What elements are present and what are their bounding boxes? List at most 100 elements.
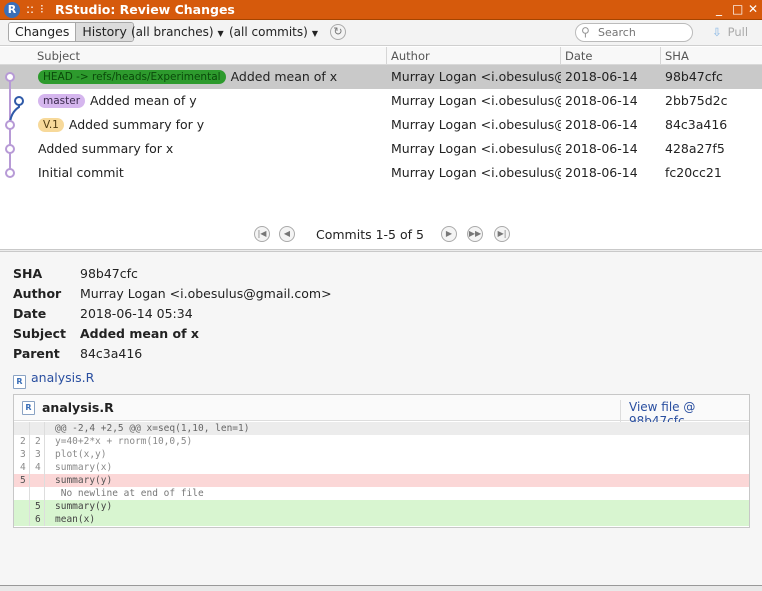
search-box[interactable]: ⚲	[575, 23, 693, 42]
bottom-edge	[0, 585, 762, 591]
detail-parent[interactable]: 84c3a416	[80, 346, 142, 361]
changes-button[interactable]: Changes	[9, 23, 76, 41]
commit-date: 2018-06-14	[565, 141, 638, 156]
detail-label: SHA	[13, 266, 43, 281]
graph-node	[5, 72, 15, 82]
commit-row[interactable]: master Added mean of y Murray Logan <i.ob…	[0, 89, 762, 113]
chevron-down-icon: ▼	[311, 29, 318, 38]
gutter-divider	[44, 435, 45, 448]
detail-label: Subject	[13, 326, 66, 341]
r-file-icon: R	[13, 375, 26, 389]
refresh-icon[interactable]: ↻	[330, 24, 346, 40]
gutter-divider	[29, 474, 30, 487]
pull-button[interactable]: ⇩ Pull	[712, 25, 748, 39]
column-divider	[386, 47, 387, 64]
gutter-divider	[44, 474, 45, 487]
rstudio-logo-icon: R	[4, 2, 20, 18]
gutter-divider	[44, 487, 45, 500]
gutter-divider	[44, 422, 45, 435]
commit-row[interactable]: Initial commit Murray Logan <i.obesulus@…	[0, 161, 762, 185]
commit-author: Murray Logan <i.obesulus@gmail.com>	[391, 141, 561, 156]
commit-sha: 428a27f5	[665, 141, 725, 156]
history-button[interactable]: History	[75, 23, 133, 41]
chevron-down-icon: ▼	[217, 29, 224, 38]
commit-table-header: Subject Author Date SHA	[0, 47, 762, 65]
pull-arrow-icon: ⇩	[712, 25, 722, 39]
column-header-sha[interactable]: SHA	[665, 49, 689, 63]
commit-date: 2018-06-14	[565, 69, 638, 84]
gutter-divider	[44, 448, 45, 461]
detail-label: Author	[13, 286, 62, 301]
next-page-icon[interactable]: ▶	[441, 226, 457, 242]
diff-line: 3 3 plot(x,y)	[14, 448, 749, 461]
graph-node	[5, 144, 15, 154]
detail-label: Parent	[13, 346, 60, 361]
column-header-subject[interactable]: Subject	[37, 49, 80, 63]
window-title: RStudio: Review Changes	[55, 2, 235, 17]
maximize-button[interactable]: □	[732, 2, 743, 16]
commit-subject: Initial commit	[38, 165, 124, 180]
commit-sha: 98b47cfc	[665, 69, 723, 84]
commit-subject-cell: V.1 Added summary for y	[38, 117, 384, 132]
last-page-icon[interactable]: ▶|	[494, 226, 510, 242]
minimize-button[interactable]: _	[716, 2, 722, 16]
commit-row[interactable]: HEAD -> refs/heads/Experimental Added mea…	[0, 65, 762, 89]
diff-panel: R analysis.R View file @ 98b47cfc @@ -2,…	[13, 394, 750, 528]
commit-sha: fc20cc21	[665, 165, 722, 180]
gutter-divider	[44, 461, 45, 474]
commit-author: Murray Logan <i.obesulus@gmail.com>	[391, 93, 561, 108]
commit-subject-cell: HEAD -> refs/heads/Experimental Added mea…	[38, 69, 384, 84]
diff-filename: analysis.R	[42, 400, 114, 415]
gutter-divider	[29, 435, 30, 448]
commit-author: Murray Logan <i.obesulus@gmail.com>	[391, 117, 561, 132]
next-pages-icon[interactable]: ▶▶	[467, 226, 483, 242]
search-input[interactable]	[598, 25, 688, 40]
commit-subject: Added mean of y	[90, 93, 197, 108]
close-button[interactable]: ✕	[748, 2, 758, 16]
title-bar: R :: ⁝ RStudio: Review Changes _ □ ✕	[0, 0, 762, 20]
graph-node	[5, 120, 15, 130]
commit-graph	[5, 72, 24, 178]
detail-author: Murray Logan <i.obesulus@gmail.com>	[80, 286, 332, 301]
pager: |◀ ◀ Commits 1-5 of 5 ▶ ▶▶ ▶|	[0, 222, 762, 246]
detail-date: 2018-06-14 05:34	[80, 306, 193, 321]
commit-subject: Added summary for x	[38, 141, 174, 156]
diff-line-text: summary(x)	[55, 462, 113, 473]
diff-line-text: plot(x,y)	[55, 449, 107, 460]
detail-label: Date	[13, 306, 47, 321]
diff-line-added: 6 mean(x)	[14, 513, 749, 526]
diff-hunk-header: @@ -2,4 +2,5 @@ x=seq(1,10, len=1)	[14, 422, 749, 435]
branches-dropdown-label: (all branches)	[131, 25, 214, 39]
diff-line-text: summary(y)	[55, 501, 113, 512]
commit-row[interactable]: V.1 Added summary for y Murray Logan <i.o…	[0, 113, 762, 137]
window-menu-icon[interactable]: ⁝	[40, 2, 44, 16]
version-tag-badge: V.1	[38, 118, 64, 132]
branches-dropdown[interactable]: (all branches) ▼	[131, 25, 224, 39]
head-ref-badge: HEAD -> refs/heads/Experimental	[38, 70, 226, 84]
commit-author: Murray Logan <i.obesulus@gmail.com>	[391, 165, 561, 180]
diff-header: R analysis.R View file @ 98b47cfc	[14, 395, 749, 428]
previous-page-icon[interactable]: ◀	[279, 226, 295, 242]
diff-line-text: y=40+2*x + rnorm(10,0,5)	[55, 436, 193, 447]
commit-date: 2018-06-14	[565, 93, 638, 108]
gutter-divider	[29, 500, 30, 513]
changed-file-link[interactable]: Ranalysis.R	[13, 370, 94, 389]
commit-sha: 84c3a416	[665, 117, 728, 132]
detail-subject: Added mean of x	[80, 326, 199, 341]
commits-dropdown[interactable]: (all commits) ▼	[229, 25, 318, 39]
column-header-date[interactable]: Date	[565, 49, 593, 63]
diff-line-text: No newline at end of file	[55, 488, 204, 499]
commits-dropdown-label: (all commits)	[229, 25, 308, 39]
changed-file-name[interactable]: analysis.R	[31, 370, 94, 385]
view-toggle: Changes History	[8, 22, 134, 42]
commit-subject: Added summary for y	[68, 117, 205, 132]
diff-line-text: @@ -2,4 +2,5 @@ x=seq(1,10, len=1)	[55, 423, 250, 434]
gutter-divider	[44, 500, 45, 513]
first-page-icon[interactable]: |◀	[254, 226, 270, 242]
column-header-author[interactable]: Author	[391, 49, 430, 63]
graph-node	[5, 168, 15, 178]
commit-row[interactable]: Added summary for x Murray Logan <i.obes…	[0, 137, 762, 161]
column-divider	[560, 47, 561, 64]
gutter-divider	[29, 448, 30, 461]
gutter-divider	[44, 513, 45, 526]
